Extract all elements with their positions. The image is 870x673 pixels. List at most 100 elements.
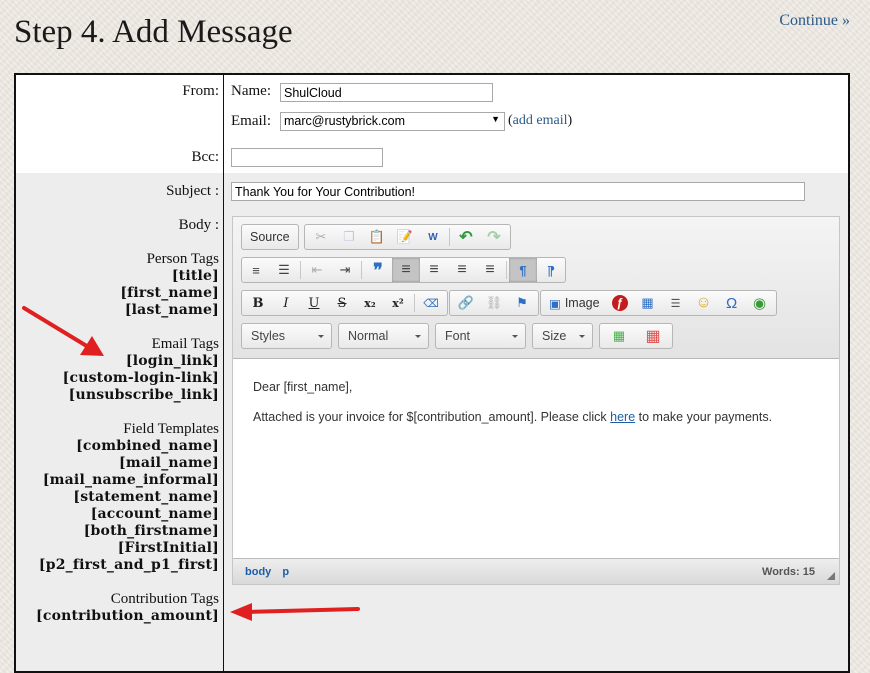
strikethrough-icon[interactable]: S (328, 291, 356, 315)
tag-login-link[interactable]: [login_link] (63, 353, 219, 370)
text-direction-ltr-icon[interactable]: ¶ (509, 258, 537, 282)
paste-icon[interactable]: 📋 (363, 225, 391, 249)
tag-mail-name-informal[interactable]: [mail_name_informal] (39, 472, 219, 489)
field-templates-heading: Field Templates (123, 421, 219, 437)
caret-down-icon (318, 335, 324, 338)
email-tags-group: Email Tags [login_link] [custom-login-li… (63, 336, 219, 404)
tag-title[interactable]: [title] (120, 268, 219, 285)
styles-label: Styles (251, 329, 286, 343)
caret-down-icon (415, 335, 421, 338)
outdent-icon[interactable]: ⇤ (303, 258, 331, 282)
unlink-icon[interactable]: ⛓ (480, 291, 508, 315)
tag-combined-name[interactable]: [combined_name] (39, 438, 219, 455)
size-dropdown[interactable]: Size (532, 323, 593, 349)
image-button[interactable]: ▣ Image (543, 291, 606, 315)
tag-p2-first-and-p1-first[interactable]: [p2_first_and_p1_first] (39, 557, 219, 574)
continue-link[interactable]: Continue » (779, 12, 850, 30)
align-left-icon[interactable]: ≡ (392, 258, 420, 282)
message-form: From: Name: Email: marc@rustybrick.com ▼… (14, 73, 850, 673)
superscript-icon[interactable]: x² (384, 291, 412, 315)
remove-format-icon[interactable]: ⌫ (417, 291, 445, 315)
tag-account-name[interactable]: [account_name] (39, 506, 219, 523)
flash-icon[interactable]: ƒ (611, 295, 628, 311)
copy-icon[interactable]: ❐ (335, 225, 363, 249)
text-direction-rtl-icon[interactable]: ¶ (537, 258, 565, 282)
contribution-tags-group: Contribution Tags [contribution_amount] (36, 591, 219, 625)
redo-icon[interactable]: ↷ (480, 225, 508, 249)
paragraph-group: ≡ ☰ ⇤ ⇥ ❞ ≡ ≡ ≡ ≡ ¶ ¶ (241, 257, 566, 283)
bold-icon[interactable]: B (244, 291, 272, 315)
font-label: Font (445, 329, 471, 343)
payment-link[interactable]: here (610, 410, 635, 424)
font-dropdown[interactable]: Font (435, 323, 526, 349)
bcc-label: Bcc: (191, 149, 220, 165)
table-icon[interactable]: ▦ (634, 291, 662, 315)
tag-last-name[interactable]: [last_name] (120, 302, 219, 319)
column-divider (223, 75, 224, 671)
paste-text-icon[interactable]: 📝 (391, 225, 419, 249)
invoice-line: Attached is your invoice for $[contribut… (253, 410, 819, 424)
dropdown-arrow-icon: ▼ (491, 114, 500, 124)
subject-input[interactable] (231, 182, 805, 201)
editor-content-area[interactable]: Dear [first_name], Attached is your invo… (233, 359, 839, 559)
tag-statement-name[interactable]: [statement_name] (39, 489, 219, 506)
image-label: Image (564, 296, 600, 310)
paste-word-icon[interactable]: W (419, 225, 447, 249)
align-center-icon[interactable]: ≡ (420, 258, 448, 282)
image-icon: ▣ (549, 296, 561, 311)
separator (300, 261, 301, 279)
email-select[interactable]: marc@rustybrick.com ▼ (280, 112, 505, 131)
bcc-input[interactable] (231, 148, 383, 167)
indent-icon[interactable]: ⇥ (331, 258, 359, 282)
format-label: Normal (348, 329, 389, 343)
bulleted-list-icon[interactable]: ☰ (270, 258, 298, 282)
tag-first-name[interactable]: [first_name] (120, 285, 219, 302)
link-icon[interactable]: 🔗 (452, 291, 480, 315)
italic-icon[interactable]: I (272, 291, 300, 315)
special-char-icon[interactable]: Ω (718, 291, 746, 315)
source-button[interactable]: Source (244, 225, 296, 249)
source-group: Source (241, 224, 299, 250)
separator (506, 261, 507, 279)
iframe-icon[interactable]: ◉ (746, 291, 774, 315)
styles-dropdown[interactable]: Styles (241, 323, 332, 349)
table-color-icon[interactable]: ▦ (636, 324, 670, 348)
size-label: Size (542, 329, 567, 343)
undo-icon[interactable]: ↶ (452, 225, 480, 249)
path-body[interactable]: body (245, 566, 271, 578)
separator (449, 228, 450, 246)
subject-label: Subject : (166, 183, 219, 199)
smiley-icon[interactable]: ☺ (690, 291, 718, 315)
format-dropdown[interactable]: Normal (338, 323, 429, 349)
tag-mail-name[interactable]: [mail_name] (39, 455, 219, 472)
caret-down-icon (579, 335, 585, 338)
tag-first-initial[interactable]: [FirstInitial] (39, 540, 219, 557)
resize-handle-icon[interactable] (827, 572, 835, 580)
editor-toolbar: Source ✂ ❐ 📋 📝 W ↶ ↷ ≡ ☰ ⇤ ⇥ ❞ ≡ ≡ ≡ ≡ ¶… (233, 217, 839, 359)
tag-custom-login-link[interactable]: [custom-login-link] (63, 370, 219, 387)
underline-icon[interactable]: U (300, 291, 328, 315)
separator (414, 294, 415, 312)
tag-contribution-amount[interactable]: [contribution_amount] (36, 608, 219, 625)
from-label: From: (182, 83, 219, 99)
insert-group: ▣ Image ƒ ▦ ☰ ☺ Ω ◉ (540, 290, 777, 316)
subscript-icon[interactable]: x₂ (356, 291, 384, 315)
word-count: Words: 15 (762, 566, 815, 578)
invoice-text-end: to make your payments. (635, 410, 773, 424)
numbered-list-icon[interactable]: ≡ (242, 258, 270, 282)
anchor-icon[interactable]: ⚑ (508, 291, 536, 315)
cut-icon[interactable]: ✂ (307, 225, 335, 249)
add-email-link[interactable]: add email (513, 113, 568, 128)
blockquote-icon[interactable]: ❞ (364, 258, 392, 282)
path-p[interactable]: p (282, 566, 289, 578)
tag-both-firstname[interactable]: [both_firstname] (39, 523, 219, 540)
name-input[interactable] (280, 83, 493, 102)
person-tags-group: Person Tags [title] [first_name] [last_n… (120, 251, 219, 319)
email-selected-value: marc@rustybrick.com (284, 114, 406, 128)
tag-unsubscribe-link[interactable]: [unsubscribe_link] (63, 387, 219, 404)
justify-icon[interactable]: ≡ (476, 258, 504, 282)
horizontal-rule-icon[interactable]: ☰ (662, 291, 690, 315)
text-color-icon[interactable]: ▦ (602, 324, 636, 348)
body-label: Body : (178, 217, 219, 233)
align-right-icon[interactable]: ≡ (448, 258, 476, 282)
